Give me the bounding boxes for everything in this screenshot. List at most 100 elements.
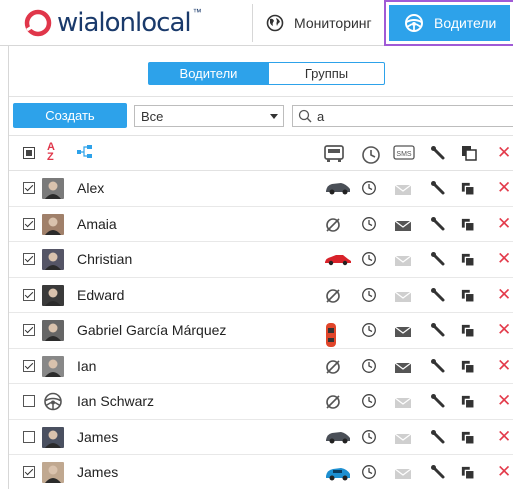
message-disabled-icon[interactable] <box>394 467 412 483</box>
search-input[interactable]: а × <box>292 105 513 127</box>
select-all-checkbox[interactable] <box>23 147 35 159</box>
row-checkbox[interactable] <box>23 324 35 336</box>
driver-name[interactable]: James <box>77 464 118 480</box>
logo-text-local: local <box>135 8 192 38</box>
delete-icon[interactable]: ✕ <box>497 391 511 411</box>
globe-icon <box>266 14 284 32</box>
history-clock-icon[interactable] <box>361 393 377 412</box>
message-icon[interactable] <box>394 361 412 377</box>
history-clock-icon[interactable] <box>361 251 377 270</box>
chevron-down-icon <box>270 114 278 119</box>
properties-wrench-icon[interactable] <box>430 216 446 235</box>
delete-icon[interactable]: ✕ <box>497 249 511 269</box>
message-icon[interactable] <box>394 325 412 341</box>
history-clock-icon[interactable] <box>361 358 377 377</box>
nav-drivers[interactable]: Водители <box>389 5 510 41</box>
driver-name[interactable]: Edward <box>77 287 124 303</box>
row-checkbox[interactable] <box>23 288 35 301</box>
driver-name[interactable]: Ian <box>77 358 96 374</box>
properties-wrench-icon[interactable] <box>430 429 446 448</box>
table-row[interactable]: James ✕ <box>9 455 513 489</box>
row-checkbox[interactable] <box>23 217 35 230</box>
row-checkbox[interactable] <box>23 182 35 194</box>
delete-icon[interactable]: ✕ <box>497 320 511 340</box>
driver-name[interactable]: James <box>77 429 118 445</box>
table-row[interactable]: James ✕ <box>9 420 513 455</box>
driver-name[interactable]: Gabriel García Márquez <box>77 322 226 338</box>
table-row[interactable]: Alex ✕ <box>9 171 513 207</box>
unit-car-blue-icon[interactable] <box>324 464 352 485</box>
message-icon[interactable] <box>394 219 412 235</box>
table-row[interactable]: Edward ✕ <box>9 278 513 313</box>
message-disabled-icon[interactable] <box>394 183 412 199</box>
tab-groups[interactable]: Группы <box>269 62 385 85</box>
table-row[interactable]: Gabriel García Márquez ✕ <box>9 313 513 349</box>
no-unit-icon[interactable] <box>324 393 342 414</box>
delete-icon[interactable]: ✕ <box>497 462 511 482</box>
row-checkbox[interactable] <box>23 466 35 478</box>
wialon-logo[interactable]: wialonlocal ™ <box>23 7 202 39</box>
properties-wrench-icon[interactable] <box>430 464 446 483</box>
copy-icon[interactable] <box>461 324 475 341</box>
history-clock-icon[interactable] <box>361 287 377 306</box>
history-clock-icon[interactable] <box>361 322 377 341</box>
properties-wrench-icon[interactable] <box>430 287 446 306</box>
unit-car-red-icon[interactable] <box>324 251 352 270</box>
properties-wrench-icon[interactable] <box>430 322 446 341</box>
sort-az-icon[interactable]: AZ <box>47 142 55 163</box>
properties-wrench-icon[interactable] <box>430 358 446 377</box>
history-clock-icon[interactable] <box>361 429 377 448</box>
create-button[interactable]: Создать <box>13 103 127 128</box>
row-checkbox[interactable] <box>23 430 35 443</box>
table-row[interactable]: Christian ✕ <box>9 242 513 278</box>
table-row[interactable]: Amaia ✕ <box>9 207 513 242</box>
history-clock-icon[interactable] <box>361 216 377 235</box>
driver-name[interactable]: Christian <box>77 251 132 267</box>
row-checkbox[interactable] <box>23 359 35 372</box>
properties-wrench-icon[interactable] <box>430 180 446 199</box>
table-row[interactable]: Ian Schwarz ✕ <box>9 384 513 420</box>
unit-car-dark-icon[interactable] <box>324 429 352 448</box>
copy-icon[interactable] <box>461 218 475 235</box>
tab-drivers[interactable]: Водители <box>148 62 269 85</box>
copy-icon[interactable] <box>461 253 475 270</box>
history-clock-icon[interactable] <box>361 180 377 199</box>
driver-name[interactable]: Alex <box>77 180 104 196</box>
no-unit-icon[interactable] <box>324 216 342 237</box>
copy-icon[interactable] <box>461 395 475 412</box>
avatar <box>42 320 64 341</box>
copy-icon[interactable] <box>461 431 475 448</box>
message-disabled-icon[interactable] <box>394 254 412 270</box>
copy-icon[interactable] <box>461 360 475 377</box>
copy-icon[interactable] <box>461 182 475 199</box>
delete-icon[interactable]: ✕ <box>497 214 511 234</box>
nav-monitoring[interactable]: Мониторинг <box>266 0 372 46</box>
nav-drivers-label: Водители <box>434 15 497 31</box>
drivers-table: AZ SMS ✕ Alex ✕ Amaia ✕ Christian ✕ Edwa… <box>9 136 513 489</box>
no-unit-icon[interactable] <box>324 287 342 308</box>
history-clock-icon[interactable] <box>361 464 377 483</box>
table-row[interactable]: Ian ✕ <box>9 349 513 384</box>
filter-select[interactable]: Все <box>134 105 284 127</box>
copy-icon[interactable] <box>461 289 475 306</box>
unit-car-dark-icon[interactable] <box>324 180 352 199</box>
delete-icon[interactable]: ✕ <box>497 178 511 198</box>
delete-icon[interactable]: ✕ <box>497 285 511 305</box>
message-disabled-icon[interactable] <box>394 290 412 306</box>
group-tree-icon[interactable] <box>77 145 93 159</box>
unit-car-top-red-icon[interactable] <box>324 322 338 351</box>
no-unit-icon[interactable] <box>324 358 342 379</box>
properties-wrench-icon[interactable] <box>430 251 446 270</box>
logo-mark: ™ <box>192 7 202 17</box>
message-disabled-icon[interactable] <box>394 432 412 448</box>
delete-icon[interactable]: ✕ <box>497 427 511 447</box>
driver-name[interactable]: Ian Schwarz <box>77 393 154 409</box>
delete-icon[interactable]: ✕ <box>497 356 511 376</box>
driver-name[interactable]: Amaia <box>77 216 117 232</box>
row-checkbox[interactable] <box>23 253 35 265</box>
row-checkbox[interactable] <box>23 395 35 407</box>
message-disabled-icon[interactable] <box>394 396 412 412</box>
properties-wrench-icon[interactable] <box>430 393 446 412</box>
copy-icon[interactable] <box>461 466 475 483</box>
avatar <box>42 462 64 483</box>
